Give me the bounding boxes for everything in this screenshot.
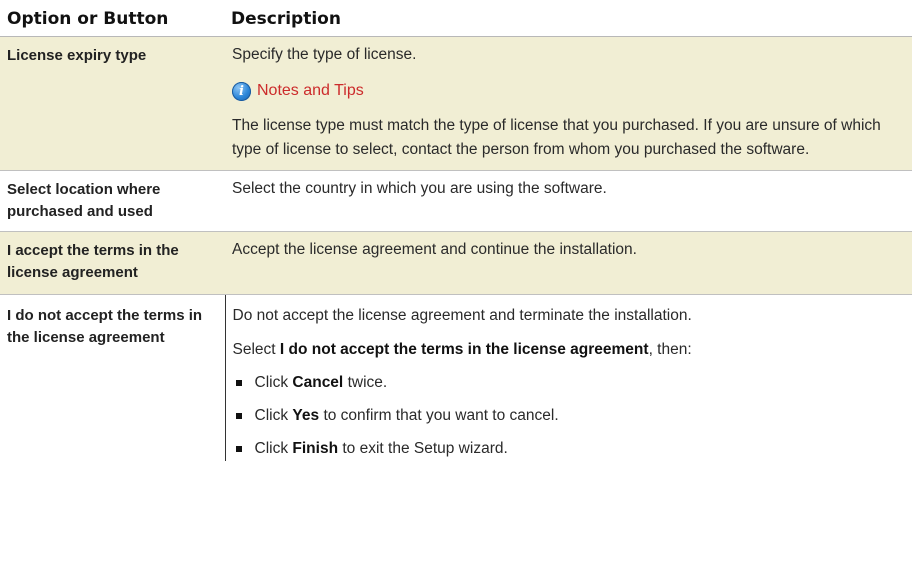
bullet-square-icon	[235, 446, 242, 452]
table-row: I accept the terms in the license agreem…	[0, 231, 912, 295]
option-name: License expiry type	[0, 36, 225, 171]
notes-text: The license type must match the type of …	[232, 117, 881, 158]
description-text: Specify the type of license.	[232, 46, 417, 63]
step-pre: Click	[254, 440, 289, 457]
option-name: I accept the terms in the license agreem…	[0, 231, 225, 295]
select-suffix: , then:	[648, 341, 692, 358]
list-item: Click Yes to confirm that you want to ca…	[233, 404, 899, 428]
step-pre: Click	[254, 374, 289, 391]
header-description: Description	[225, 0, 912, 37]
description-text: Do not accept the license agreement and …	[232, 307, 692, 324]
step-post: to exit the Setup wizard.	[342, 440, 508, 457]
step-button-ref: Cancel	[292, 374, 344, 391]
description-text: Accept the license agreement and continu…	[232, 241, 637, 258]
notes-heading: i Notes and Tips	[232, 79, 898, 103]
bullet-square-icon	[235, 380, 242, 386]
option-name: Select location where purchased and used	[0, 170, 225, 232]
notes-title: Notes and Tips	[257, 82, 364, 99]
select-instruction: Select I do not accept the terms in the …	[233, 338, 899, 362]
info-icon: i	[232, 81, 251, 101]
option-description: Do not accept the license agreement and …	[225, 295, 912, 462]
table-row: I do not accept the terms in the license…	[0, 294, 912, 462]
list-item: Click Cancel twice.	[233, 371, 899, 395]
description-text: Select the country in which you are usin…	[232, 180, 607, 197]
select-option-ref: I do not accept the terms in the license…	[279, 341, 649, 358]
step-button-ref: Finish	[292, 440, 339, 457]
option-description: Specify the type of license. i Notes and…	[225, 36, 912, 171]
table-row: License expiry type Specify the type of …	[0, 36, 912, 171]
step-pre: Click	[254, 407, 289, 424]
option-name: I do not accept the terms in the license…	[0, 294, 226, 461]
option-description: Select the country in which you are usin…	[225, 170, 912, 232]
step-button-ref: Yes	[292, 407, 320, 424]
header-option: Option or Button	[0, 0, 225, 37]
step-post: twice.	[347, 374, 388, 391]
steps-list: Click Cancel twice. Click Yes to confirm…	[233, 371, 899, 461]
bullet-square-icon	[235, 413, 242, 419]
list-item: Click Finish to exit the Setup wizard.	[233, 437, 899, 461]
options-table: Option or Button Description License exp…	[0, 0, 912, 461]
step-post: to confirm that you want to cancel.	[323, 407, 559, 424]
option-description: Accept the license agreement and continu…	[225, 231, 912, 295]
select-prefix: Select	[232, 341, 276, 358]
table-row: Select location where purchased and used…	[0, 170, 912, 232]
table-header-row: Option or Button Description	[0, 0, 912, 37]
